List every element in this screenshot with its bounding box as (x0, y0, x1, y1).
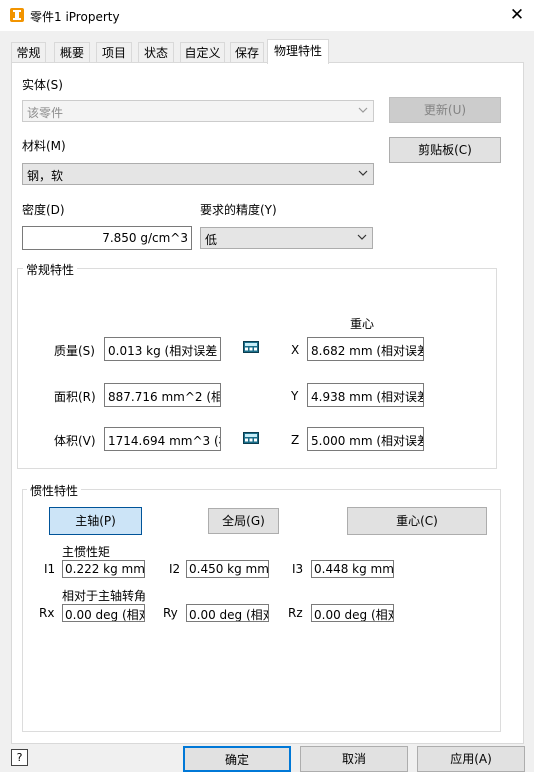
accuracy-label: 要求的精度(Y) (200, 203, 277, 217)
cog-x-value: 8.682 mm (相对误差 (311, 344, 424, 358)
tab-summary[interactable]: 概要 (54, 42, 90, 63)
i2-value: 0.450 kg mm^ (189, 562, 269, 576)
apply-button[interactable]: 应用(A) (417, 746, 525, 772)
solid-value: 该零件 (27, 106, 64, 120)
i1-label: I1 (44, 562, 56, 576)
ry-field[interactable]: 0.00 deg (相对 (186, 604, 269, 622)
window-title: 零件1 iProperty (30, 10, 120, 24)
principal-moments-label: 主惯性矩 (62, 545, 111, 559)
tab-physical[interactable]: 物理特性 (267, 39, 329, 64)
tab-status[interactable]: 状态 (138, 42, 174, 63)
volume-label: 体积(V) (54, 434, 96, 448)
chevron-down-icon (358, 107, 368, 113)
material-label: 材料(M) (22, 139, 66, 153)
inertial-properties-title: 惯性特性 (27, 482, 82, 499)
solid-select: 该零件 (22, 100, 374, 122)
area-field[interactable]: 887.716 mm^2 (相对 (104, 383, 221, 407)
ry-label: Ry (163, 606, 178, 620)
i2-field[interactable]: 0.450 kg mm^ (186, 560, 269, 578)
tab-custom[interactable]: 自定义 (180, 42, 225, 63)
close-icon[interactable]: ✕ (506, 4, 528, 26)
ok-button[interactable]: 确定 (183, 746, 291, 772)
calculator-icon[interactable] (243, 341, 259, 353)
rx-label: Rx (39, 606, 55, 620)
accuracy-value: 低 (205, 233, 218, 247)
rx-value: 0.00 deg (相对 (65, 608, 145, 622)
cog-z-value: 5.000 mm (相对误差 (311, 434, 424, 448)
accuracy-select[interactable]: 低 (200, 227, 373, 249)
rx-field[interactable]: 0.00 deg (相对 (62, 604, 145, 622)
title-bar: 零件1 iProperty ✕ (0, 0, 534, 31)
cog-y-value: 4.938 mm (相对误差 (311, 390, 424, 404)
general-properties-title: 常规特性 (23, 261, 78, 278)
i1-field[interactable]: 0.222 kg mm^ (62, 560, 145, 578)
density-value: 7.850 g/cm^3 (102, 231, 188, 245)
density-label: 密度(D) (22, 203, 65, 217)
i3-field[interactable]: 0.448 kg mm^ (311, 560, 394, 578)
rz-label: Rz (288, 606, 303, 620)
solid-label: 实体(S) (22, 78, 63, 92)
chevron-down-icon (357, 234, 367, 240)
clipboard-button[interactable]: 剪贴板(C) (389, 137, 501, 163)
cog-x-field[interactable]: 8.682 mm (相对误差 (307, 337, 424, 361)
principal-axes-button[interactable]: 主轴(P) (49, 507, 142, 535)
inventor-app-icon (10, 8, 24, 22)
z-label: Z (291, 433, 300, 447)
update-button: 更新(U) (389, 97, 501, 123)
mass-value: 0.013 kg (相对误差 = (108, 344, 221, 358)
i3-value: 0.448 kg mm^ (314, 562, 394, 576)
ry-value: 0.00 deg (相对 (189, 608, 269, 622)
i3-label: I3 (292, 562, 304, 576)
mass-field[interactable]: 0.013 kg (相对误差 = (104, 337, 221, 361)
center-of-gravity-button[interactable]: 重心(C) (347, 507, 487, 535)
calculator-icon[interactable] (243, 432, 259, 444)
i2-label: I2 (169, 562, 181, 576)
rz-field[interactable]: 0.00 deg (相对 (311, 604, 394, 622)
rz-value: 0.00 deg (相对 (314, 608, 394, 622)
area-value: 887.716 mm^2 (相对 (108, 390, 220, 404)
mass-label: 质量(S) (54, 344, 95, 358)
tab-general[interactable]: 常规 (11, 42, 46, 63)
tab-project[interactable]: 项目 (96, 42, 132, 63)
center-of-gravity-label: 重心 (350, 317, 375, 331)
help-icon[interactable]: ? (11, 749, 28, 766)
x-label: X (291, 343, 300, 357)
cog-z-field[interactable]: 5.000 mm (相对误差 (307, 427, 424, 451)
volume-value: 1714.694 mm^3 (相 (108, 434, 221, 448)
material-value: 钢，软 (27, 169, 64, 183)
chevron-down-icon (358, 170, 368, 176)
rotation-label: 相对于主轴转角 (62, 589, 147, 603)
density-field[interactable]: 7.850 g/cm^3 (22, 226, 192, 250)
tab-save[interactable]: 保存 (230, 42, 264, 63)
y-label: Y (291, 389, 299, 403)
global-button[interactable]: 全局(G) (208, 508, 279, 534)
area-label: 面积(R) (54, 390, 96, 404)
cog-y-field[interactable]: 4.938 mm (相对误差 (307, 383, 424, 407)
volume-field[interactable]: 1714.694 mm^3 (相 (104, 427, 221, 451)
material-select[interactable]: 钢，软 (22, 163, 374, 185)
cancel-button[interactable]: 取消 (300, 746, 408, 772)
i1-value: 0.222 kg mm^ (65, 562, 145, 576)
